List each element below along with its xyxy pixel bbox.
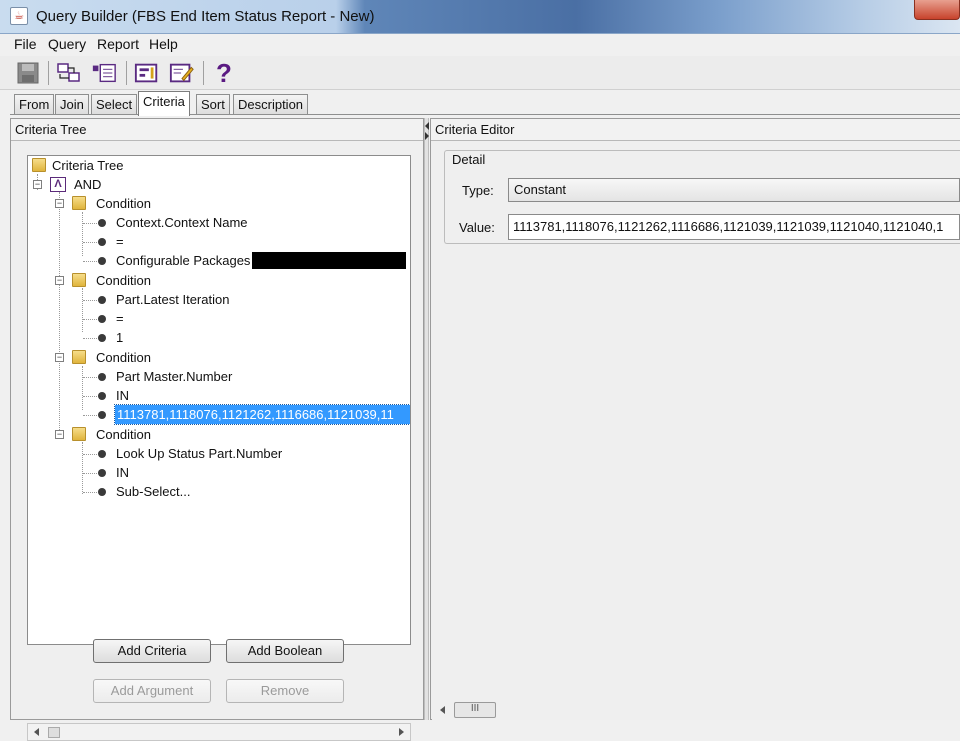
tree-root-label: Criteria Tree — [52, 158, 124, 173]
scroll-left-icon[interactable] — [440, 706, 445, 714]
leaf-label: Configurable Packages — [116, 253, 251, 268]
panel-splitter[interactable] — [424, 118, 429, 720]
tab-join[interactable]: Join — [55, 94, 89, 115]
type-dropdown[interactable]: Constant — [508, 178, 960, 202]
title-bar: ☕ Query Builder (FBS End Item Status Rep… — [0, 0, 960, 34]
tab-criteria[interactable]: Criteria — [138, 91, 190, 116]
save-icon[interactable] — [14, 59, 42, 87]
tab-from[interactable]: From — [14, 94, 55, 115]
collapse-left-icon[interactable] — [425, 122, 429, 130]
leaf-label: IN — [116, 465, 129, 480]
toolbar-separator — [126, 61, 127, 85]
redaction-box — [252, 252, 406, 269]
leaf-bullet-icon — [98, 373, 106, 381]
folder-icon — [72, 350, 86, 364]
menu-file[interactable]: File — [14, 36, 37, 52]
collapse-icon[interactable]: − — [33, 180, 42, 189]
leaf-label: IN — [116, 388, 129, 403]
detail-legend: Detail — [450, 152, 488, 167]
window-close-button[interactable] — [914, 0, 960, 20]
condition-label: Condition — [96, 273, 151, 288]
and-label: AND — [74, 177, 102, 192]
leaf-label: Part Master.Number — [116, 369, 233, 384]
add-criteria-button[interactable]: Add Criteria — [93, 639, 211, 663]
folder-icon — [72, 427, 86, 441]
add-boolean-button[interactable]: Add Boolean — [226, 639, 344, 663]
folder-icon — [32, 158, 46, 172]
editor-horizontal-scrollbar[interactable]: III — [432, 700, 960, 720]
collapse-icon[interactable]: − — [55, 276, 64, 285]
leaf-label: Look Up Status Part.Number — [116, 446, 283, 461]
condition-label: Condition — [96, 350, 151, 365]
window-title: Query Builder (FBS End Item Status Repor… — [36, 8, 375, 25]
menu-bar: File Query Report Help — [0, 34, 960, 54]
value-input[interactable]: 1113781,1118076,1121262,1116686,1121039,… — [508, 214, 960, 240]
java-app-icon: ☕ — [10, 7, 28, 25]
selected-leaf-label: 1113781,1118076,1121262,1116686,1121039,… — [114, 404, 410, 425]
collapse-icon[interactable]: − — [55, 199, 64, 208]
leaf-label: Sub-Select... — [116, 484, 191, 499]
edit-icon[interactable] — [168, 59, 196, 87]
collapse-icon[interactable]: − — [55, 430, 64, 439]
criteria-tree-panel: Criteria Tree Criteria Tree − Λ AND − Co… — [10, 118, 424, 741]
tree-leaf-selected[interactable]: 1113781,1118076,1121262,1116686,1121039,… — [98, 404, 410, 425]
leaf-label: = — [116, 311, 124, 326]
leaf-bullet-icon — [98, 411, 106, 419]
scroll-right-icon[interactable] — [399, 728, 404, 736]
tree-and-node[interactable]: − Λ AND — [32, 175, 392, 194]
criteria-tree[interactable]: Criteria Tree − Λ AND − Condition Contex… — [27, 155, 411, 645]
folder-icon — [72, 196, 86, 210]
leaf-bullet-icon — [98, 450, 106, 458]
value-label: Value: — [459, 220, 495, 235]
leaf-bullet-icon — [98, 392, 106, 400]
tree-condition[interactable]: − Condition — [54, 271, 394, 290]
remove-button[interactable]: Remove — [226, 679, 344, 703]
toolbar-separator — [203, 61, 204, 85]
criteria-icon[interactable] — [133, 59, 161, 87]
menu-report[interactable]: Report — [97, 36, 139, 52]
leaf-bullet-icon — [98, 219, 106, 227]
leaf-label: 1 — [116, 330, 124, 345]
menu-help[interactable]: Help — [149, 36, 178, 52]
tab-description[interactable]: Description — [233, 94, 309, 115]
leaf-label: Part.Latest Iteration — [116, 292, 230, 307]
select-icon[interactable] — [90, 59, 118, 87]
scroll-left-icon[interactable] — [34, 728, 39, 736]
join-icon[interactable] — [55, 59, 83, 87]
and-operator-icon: Λ — [50, 177, 66, 192]
collapse-icon[interactable]: − — [55, 353, 64, 362]
collapse-right-icon[interactable] — [425, 132, 429, 140]
tree-condition[interactable]: − Condition — [54, 425, 394, 444]
leaf-label: Context.Context Name — [116, 215, 248, 230]
toolbar: ? — [0, 56, 960, 90]
scroll-thumb[interactable]: III — [454, 702, 496, 718]
help-icon[interactable]: ? — [210, 58, 238, 88]
tree-condition[interactable]: − Condition — [54, 194, 394, 213]
criteria-tree-header: Criteria Tree — [11, 119, 423, 141]
leaf-bullet-icon — [98, 334, 106, 342]
add-argument-button[interactable]: Add Argument — [93, 679, 211, 703]
menu-query[interactable]: Query — [48, 36, 86, 52]
leaf-bullet-icon — [98, 238, 106, 246]
tree-horizontal-scrollbar[interactable] — [27, 723, 411, 741]
criteria-editor-header: Criteria Editor — [431, 119, 960, 141]
folder-icon — [72, 273, 86, 287]
tab-sort[interactable]: Sort — [196, 94, 230, 115]
leaf-bullet-icon — [98, 488, 106, 496]
tab-select[interactable]: Select — [91, 94, 138, 115]
leaf-bullet-icon — [98, 257, 106, 265]
leaf-label: = — [116, 234, 124, 249]
condition-label: Condition — [96, 427, 151, 442]
type-label: Type: — [462, 183, 494, 198]
tree-condition[interactable]: − Condition — [54, 348, 394, 367]
condition-label: Condition — [96, 196, 151, 211]
leaf-bullet-icon — [98, 315, 106, 323]
scroll-thumb[interactable] — [48, 727, 60, 738]
leaf-bullet-icon — [98, 296, 106, 304]
toolbar-separator — [48, 61, 49, 85]
leaf-bullet-icon — [98, 469, 106, 477]
